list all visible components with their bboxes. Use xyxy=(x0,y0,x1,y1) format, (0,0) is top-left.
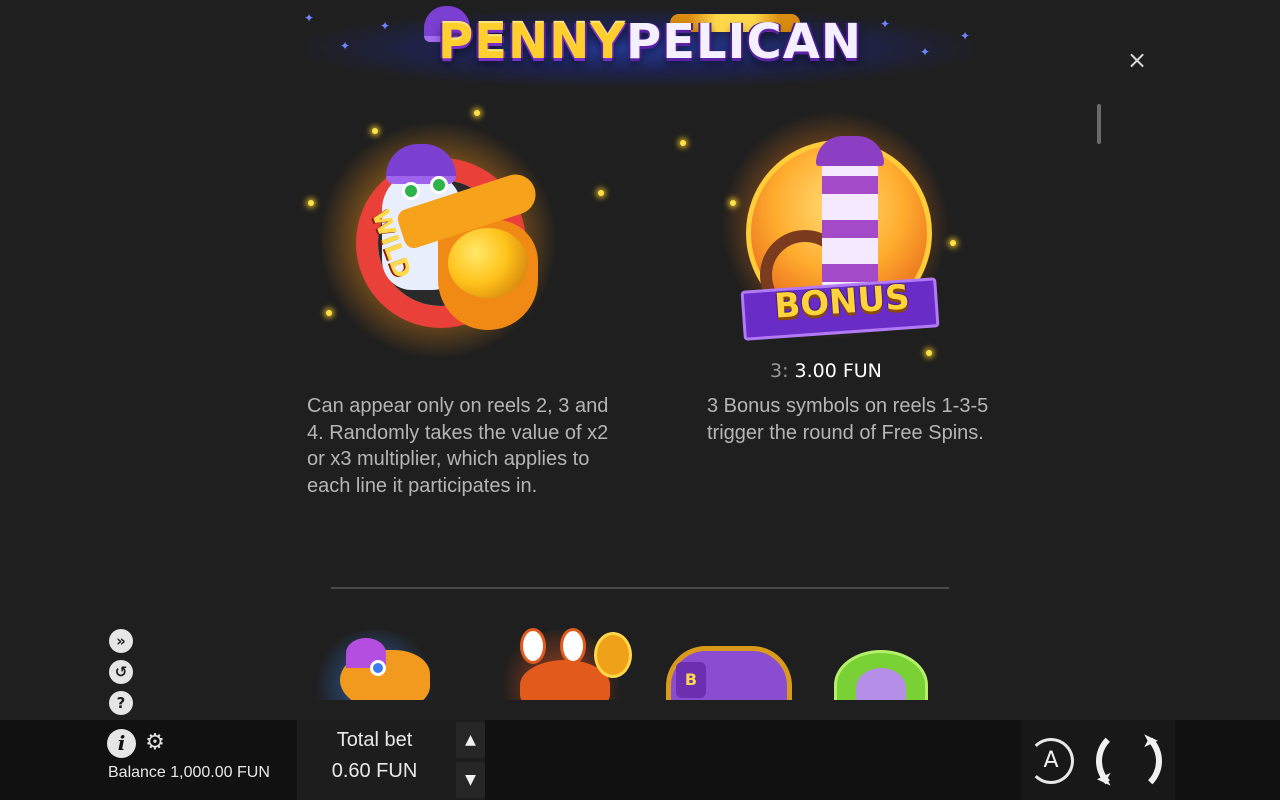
star-decoration: ✦ xyxy=(340,39,351,53)
fish-eye-icon xyxy=(370,660,386,676)
wild-description: Can appear only on reels 2, 3 and 4. Ran… xyxy=(307,395,609,497)
star-decoration: ✦ xyxy=(960,29,971,43)
crab-eye-icon xyxy=(560,628,586,664)
bet-increase-button[interactable]: ▲ xyxy=(456,722,485,758)
sparkle xyxy=(926,350,932,356)
sparkle xyxy=(308,200,314,206)
sparkle xyxy=(474,110,480,116)
bonus-payout: 3: 3.00 FUN xyxy=(770,360,882,382)
gear-icon[interactable]: ⚙ xyxy=(143,731,167,755)
payout-count: 3: xyxy=(770,360,789,382)
section-divider xyxy=(331,587,949,589)
lighthouse-icon xyxy=(822,150,878,290)
chest-symbol-image: B xyxy=(660,610,800,700)
close-button[interactable]: × xyxy=(1124,47,1150,73)
chest-emblem-icon: B xyxy=(676,662,706,698)
shell-symbol-image xyxy=(826,610,936,700)
logo-text: PENNYPELICAN xyxy=(437,14,863,70)
pelican-eye-icon xyxy=(402,182,420,200)
total-bet-label: Total bet xyxy=(336,729,413,751)
help-icon[interactable]: ? xyxy=(109,691,133,715)
autoplay-button[interactable]: A xyxy=(1028,738,1074,784)
sparkle xyxy=(372,128,378,134)
bonus-symbol-image: BONUS xyxy=(680,110,970,360)
scrollbar-thumb[interactable] xyxy=(1097,104,1101,144)
spin-arrow-icon: ➤ xyxy=(1096,768,1113,792)
star-decoration: ✦ xyxy=(920,45,931,59)
wild-symbol-image: WILD xyxy=(298,110,604,370)
star-decoration: ✦ xyxy=(304,11,315,25)
gold-coins-icon xyxy=(448,228,528,298)
sparkle xyxy=(730,200,736,206)
bet-decrease-button[interactable]: ▼ xyxy=(456,762,485,798)
coin-icon xyxy=(594,632,632,678)
balance-display: Balance 1,000.00 FUN xyxy=(108,764,270,781)
sparkle xyxy=(680,140,686,146)
crab-symbol-image xyxy=(476,610,646,700)
sparkle xyxy=(950,240,956,246)
sparkle xyxy=(598,190,604,196)
fish-symbol-image xyxy=(300,610,450,700)
payout-value: 3.00 FUN xyxy=(794,360,882,382)
game-logo: ✦ ✦ ✦ ✦ ✦ ✦ PENNYPELICAN xyxy=(260,0,1020,100)
total-bet-value: 0.60 FUN xyxy=(331,760,418,782)
autoplay-history-icon[interactable]: ↺ xyxy=(109,660,133,684)
bonus-description: 3 Bonus symbols on reels 1-3-5 trigger t… xyxy=(707,395,989,444)
crab-eye-icon xyxy=(520,628,546,664)
turbo-icon[interactable]: » xyxy=(109,629,133,653)
shell-inner xyxy=(856,668,906,700)
paytable-screen: ✦ ✦ ✦ ✦ ✦ ✦ PENNYPELICAN × WILD BONUS 3:… xyxy=(0,0,1280,800)
sparkle xyxy=(326,310,332,316)
star-decoration: ✦ xyxy=(880,17,891,31)
pelican-eye-icon xyxy=(430,176,448,194)
star-decoration: ✦ xyxy=(380,19,391,33)
info-button[interactable]: i xyxy=(107,729,136,758)
spin-arrow-icon: ➤ xyxy=(1142,728,1159,752)
